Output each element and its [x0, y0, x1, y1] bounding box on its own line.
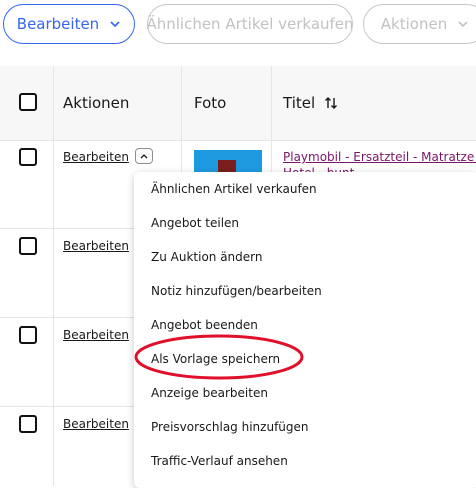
row-checkbox[interactable]	[19, 148, 37, 166]
row-edit-link[interactable]: Bearbeiten	[63, 239, 129, 253]
menu-item-end-listing[interactable]: Angebot beenden	[151, 318, 258, 332]
actions-button[interactable]: Aktionen	[363, 4, 476, 44]
row-actions-menu: Ähnlichen Artikel verkaufen Angebot teil…	[134, 172, 476, 488]
row-edit-link[interactable]: Bearbeiten	[63, 417, 129, 431]
edit-button-label: Bearbeiten	[16, 15, 100, 33]
column-header-actions: Aktionen	[63, 94, 130, 112]
actions-button-label: Aktionen	[380, 15, 448, 33]
row-edit-link[interactable]: Bearbeiten	[63, 328, 129, 342]
chevron-down-icon	[457, 18, 469, 30]
menu-item-share-listing[interactable]: Angebot teilen	[151, 216, 239, 230]
column-header-title-label: Titel	[283, 94, 316, 112]
row-checkbox[interactable]	[19, 415, 37, 433]
toolbar: Bearbeiten Ähnlichen Artikel verkaufen A…	[0, 0, 476, 56]
row-menu-toggle[interactable]	[135, 148, 153, 164]
row-edit-link[interactable]: Bearbeiten	[63, 150, 129, 164]
column-header-photo: Foto	[194, 94, 227, 112]
chevron-up-icon	[140, 154, 148, 159]
sell-similar-label: Ähnlichen Artikel verkaufen	[146, 15, 354, 33]
sell-similar-button[interactable]: Ähnlichen Artikel verkaufen	[146, 4, 354, 44]
menu-item-edit-listing[interactable]: Anzeige bearbeiten	[151, 386, 268, 400]
sort-icon	[324, 96, 338, 110]
column-header-title[interactable]: Titel	[283, 94, 338, 112]
edit-button[interactable]: Bearbeiten	[3, 4, 135, 44]
menu-item-add-edit-note[interactable]: Notiz hinzufügen/bearbeiten	[151, 284, 322, 298]
menu-item-change-to-auction[interactable]: Zu Auktion ändern	[151, 250, 263, 264]
menu-item-sell-similar[interactable]: Ähnlichen Artikel verkaufen	[151, 182, 317, 196]
menu-item-save-as-template[interactable]: Als Vorlage speichern	[151, 352, 280, 366]
row-checkbox[interactable]	[19, 237, 37, 255]
column-divider	[53, 66, 54, 486]
select-all-checkbox[interactable]	[19, 93, 37, 111]
row-checkbox[interactable]	[19, 326, 37, 344]
item-title-link[interactable]: Playmobil - Ersatzteil - Matratze C	[283, 150, 476, 164]
menu-item-traffic-history[interactable]: Traffic-Verlauf ansehen	[151, 454, 288, 468]
menu-item-add-offer[interactable]: Preisvorschlag hinzufügen	[151, 420, 309, 434]
chevron-down-icon	[109, 18, 121, 30]
